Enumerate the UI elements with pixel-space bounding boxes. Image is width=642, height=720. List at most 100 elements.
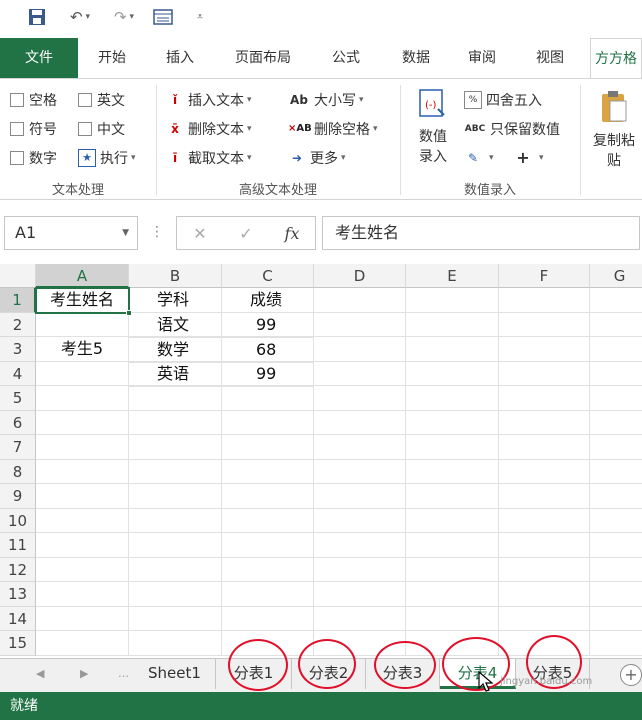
grid-cell[interactable] bbox=[406, 533, 499, 558]
tab-file[interactable]: 文件 bbox=[0, 38, 78, 78]
cell-B4[interactable]: 英语 bbox=[129, 362, 222, 387]
grid-cell[interactable] bbox=[406, 508, 499, 533]
grid-cell[interactable] bbox=[314, 557, 406, 582]
grid-cell[interactable] bbox=[590, 288, 642, 313]
grid-cell[interactable] bbox=[129, 582, 222, 607]
grid-cell[interactable] bbox=[36, 533, 129, 558]
grid-cell[interactable] bbox=[36, 459, 129, 484]
grid-cell[interactable] bbox=[36, 582, 129, 607]
grid-cell[interactable] bbox=[406, 361, 499, 386]
grid-cell[interactable] bbox=[590, 337, 642, 362]
case-button[interactable]: Ab 大小写 ▾ bbox=[288, 89, 363, 111]
grid-cell[interactable] bbox=[590, 313, 642, 337]
column-header-E[interactable]: E bbox=[406, 264, 499, 288]
cell-B2[interactable]: 语文 bbox=[129, 313, 222, 338]
grid-cell[interactable] bbox=[36, 435, 129, 460]
numeric-entry-button[interactable]: (-) 数值录入 bbox=[406, 87, 460, 167]
grid-cell[interactable] bbox=[36, 484, 129, 509]
more-button[interactable]: ➜ 更多 ▾ bbox=[288, 147, 346, 169]
grid-cell[interactable] bbox=[129, 533, 222, 558]
scroll-right-icon[interactable]: ▶ bbox=[80, 667, 88, 680]
select-all-corner[interactable] bbox=[0, 264, 36, 288]
grid-cell[interactable] bbox=[499, 337, 590, 362]
grid-cell[interactable] bbox=[499, 508, 590, 533]
cell-B3[interactable]: 数学 bbox=[129, 338, 222, 363]
cell-B1[interactable]: 学科 bbox=[129, 288, 222, 313]
grid-cell[interactable] bbox=[222, 386, 314, 411]
grid-cell[interactable] bbox=[499, 459, 590, 484]
grid-cell[interactable] bbox=[36, 631, 129, 656]
grid-cell[interactable] bbox=[406, 288, 499, 313]
tab-insert[interactable]: 插入 bbox=[152, 38, 208, 78]
scroll-left-icon[interactable]: ◀ bbox=[36, 667, 44, 680]
row-header-8[interactable]: 8 bbox=[0, 459, 36, 484]
grid-cell[interactable] bbox=[129, 508, 222, 533]
grid-cell[interactable] bbox=[314, 631, 406, 656]
chevron-down-icon[interactable]: ▼ bbox=[122, 217, 129, 249]
grid-cell[interactable] bbox=[222, 410, 314, 435]
grid-cell[interactable] bbox=[222, 606, 314, 631]
grid-cell[interactable] bbox=[590, 533, 642, 558]
grid-cell[interactable] bbox=[590, 582, 642, 607]
grid-cell[interactable] bbox=[129, 435, 222, 460]
tab-data[interactable]: 数据 bbox=[388, 38, 444, 78]
grid-cell[interactable] bbox=[222, 484, 314, 509]
grid-cell[interactable] bbox=[314, 435, 406, 460]
column-header-B[interactable]: B bbox=[129, 264, 222, 288]
column-header-A[interactable]: A bbox=[36, 264, 129, 288]
grid-cell[interactable] bbox=[590, 607, 642, 631]
tab-options-icon[interactable]: … bbox=[118, 667, 129, 680]
grid-cell[interactable] bbox=[590, 386, 642, 411]
plus-dropdown-button[interactable]: + ▾ bbox=[514, 147, 543, 169]
space-checkbox[interactable]: 空格 bbox=[10, 89, 57, 111]
form-icon[interactable] bbox=[152, 6, 174, 28]
grid-cell[interactable] bbox=[222, 508, 314, 533]
grid-cell[interactable] bbox=[499, 312, 590, 337]
grid-cell[interactable] bbox=[499, 557, 590, 582]
keep-values-button[interactable]: ABC 只保留数值 bbox=[464, 118, 560, 140]
sheet-tab-part3[interactable]: 分表3 bbox=[366, 659, 440, 689]
grid-cell[interactable] bbox=[499, 606, 590, 631]
tab-home[interactable]: 开始 bbox=[84, 38, 140, 78]
column-header-D[interactable]: D bbox=[314, 264, 406, 288]
grid-cell[interactable] bbox=[590, 558, 642, 582]
grid-cell[interactable] bbox=[314, 582, 406, 607]
undo-icon[interactable]: ↶ ▾ bbox=[62, 6, 98, 28]
cell-C3[interactable]: 68 bbox=[222, 338, 314, 363]
grid-cell[interactable] bbox=[222, 459, 314, 484]
cell-C2[interactable]: 99 bbox=[222, 313, 314, 338]
row-header-3[interactable]: 3 bbox=[0, 337, 36, 362]
grid-cell[interactable] bbox=[222, 435, 314, 460]
grid-cell[interactable] bbox=[406, 631, 499, 656]
grid-cell[interactable] bbox=[406, 410, 499, 435]
add-sheet-button[interactable]: + bbox=[620, 664, 642, 686]
grid-cell[interactable] bbox=[406, 484, 499, 509]
grid-cell[interactable] bbox=[222, 582, 314, 607]
grid-cell[interactable] bbox=[590, 484, 642, 509]
row-header-12[interactable]: 12 bbox=[0, 557, 36, 582]
grid-cell[interactable] bbox=[314, 484, 406, 509]
column-header-C[interactable]: C bbox=[222, 264, 314, 288]
cell-C1[interactable]: 成绩 bbox=[222, 288, 314, 313]
customize-qat-icon[interactable]: ⩡ bbox=[192, 6, 208, 28]
grid-cell[interactable] bbox=[36, 508, 129, 533]
round-button[interactable]: % 四舍五入 bbox=[464, 89, 542, 111]
grid-cell[interactable] bbox=[222, 557, 314, 582]
column-header-G[interactable]: G bbox=[590, 264, 642, 288]
name-box[interactable]: A1 ▼ bbox=[4, 216, 138, 250]
tab-formulas[interactable]: 公式 bbox=[318, 38, 374, 78]
grid-cell[interactable] bbox=[590, 631, 642, 656]
grid-cell[interactable] bbox=[129, 386, 222, 411]
redo-icon[interactable]: ↷ ▾ bbox=[106, 6, 142, 28]
column-header-F[interactable]: F bbox=[499, 264, 590, 288]
copy-paste-button[interactable]: 复制粘贴 bbox=[586, 89, 642, 171]
grid-cell[interactable] bbox=[499, 582, 590, 607]
grid-cell[interactable] bbox=[129, 484, 222, 509]
english-checkbox[interactable]: 英文 bbox=[78, 89, 125, 111]
symbol-checkbox[interactable]: 符号 bbox=[10, 118, 57, 140]
execute-button[interactable]: ★ 执行 ▾ bbox=[78, 147, 136, 169]
grid-cell[interactable] bbox=[499, 631, 590, 656]
grid-cell[interactable] bbox=[314, 337, 406, 362]
tab-page-layout[interactable]: 页面布局 bbox=[222, 38, 304, 78]
grid-cell[interactable] bbox=[590, 460, 642, 484]
